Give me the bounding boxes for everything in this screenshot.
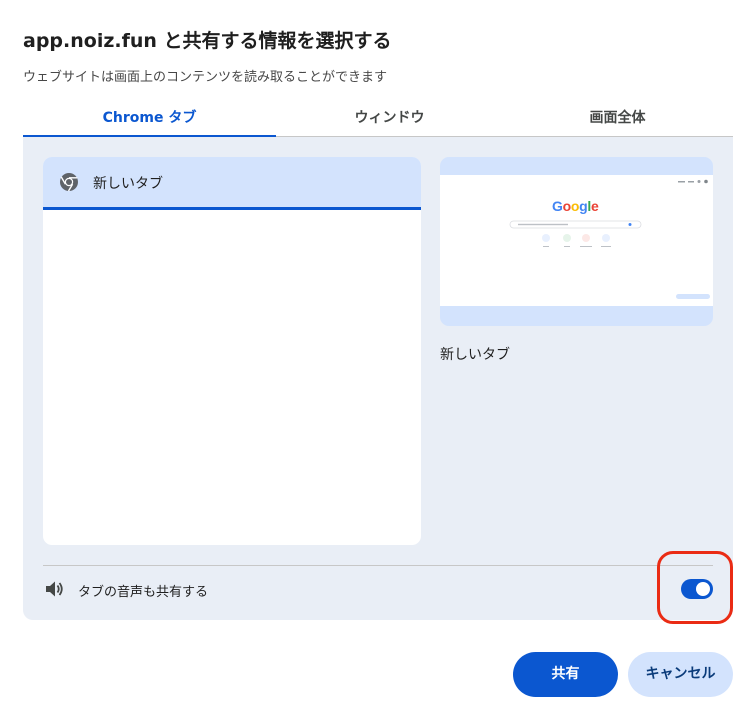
speaker-icon	[43, 578, 65, 600]
chrome-icon	[59, 172, 79, 192]
tab-preview: Google	[440, 157, 713, 326]
tab-chrome-tab[interactable]: Chrome タブ	[23, 100, 276, 137]
tab-list: 新しいタブ	[43, 157, 421, 545]
divider	[43, 565, 713, 566]
tab-entire-screen[interactable]: 画面全体	[491, 100, 744, 136]
share-audio-row: タブの音声も共有する	[43, 577, 713, 607]
share-audio-toggle[interactable]	[681, 579, 713, 599]
preview-label: 新しいタブ	[440, 347, 510, 363]
list-item[interactable]: 新しいタブ	[43, 157, 421, 210]
source-tabs: Chrome タブ ウィンドウ 画面全体	[23, 100, 733, 137]
source-panel: 新しいタブ Google 新しいタブ タブの音声も共有する	[23, 137, 733, 620]
list-item-label: 新しいタブ	[93, 176, 163, 192]
cancel-button[interactable]: キャンセル	[628, 652, 733, 697]
share-dialog: app.noiz.fun と共有する情報を選択する ウェブサイトは画面上のコンテ…	[0, 0, 756, 719]
toggle-knob	[696, 582, 710, 596]
dialog-subtitle: ウェブサイトは画面上のコンテンツを読み取ることができます	[23, 70, 388, 85]
tab-window[interactable]: ウィンドウ	[263, 100, 516, 136]
share-button[interactable]: 共有	[513, 652, 618, 697]
share-audio-label: タブの音声も共有する	[78, 585, 209, 600]
google-logo: Google	[552, 198, 599, 214]
dialog-title: app.noiz.fun と共有する情報を選択する	[23, 30, 392, 52]
preview-thumbnail: Google	[440, 175, 713, 306]
